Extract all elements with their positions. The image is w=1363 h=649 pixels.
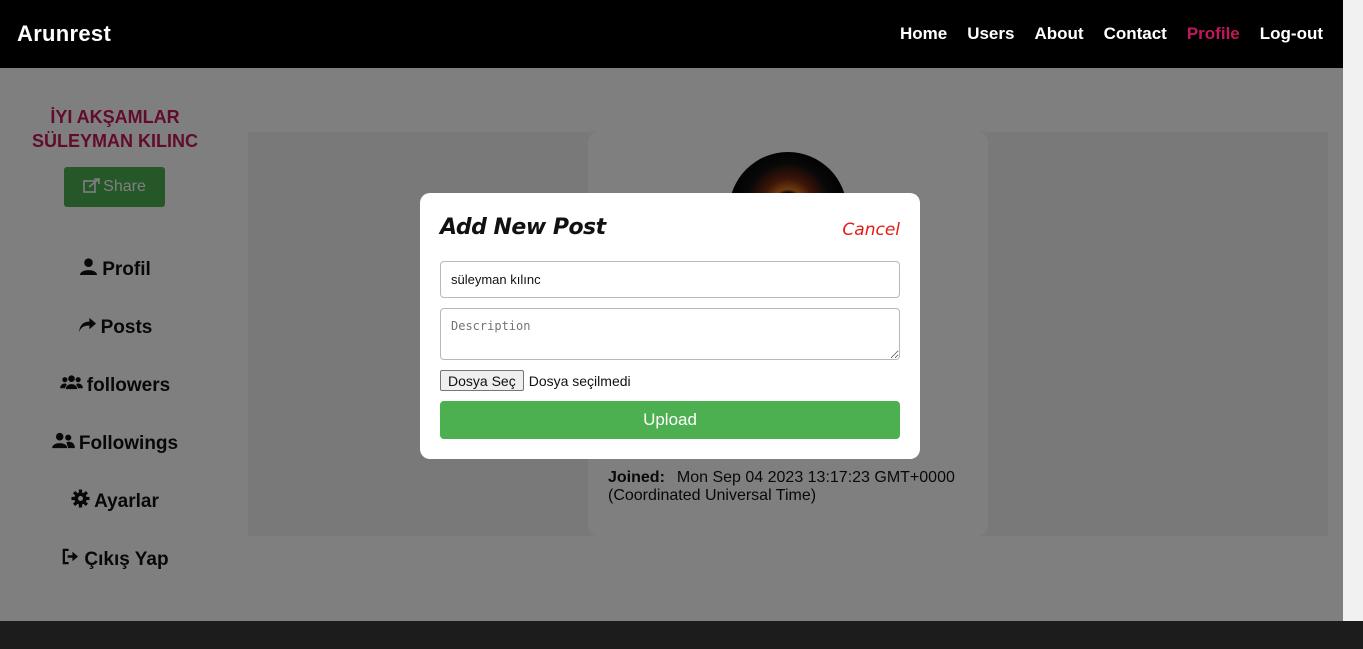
nav-link-logout[interactable]: Log-out [1260, 24, 1323, 44]
nav-link-about[interactable]: About [1034, 24, 1083, 44]
bottom-strip [0, 621, 1363, 649]
top-navbar: Arunrest Home Users About Contact Profil… [0, 0, 1343, 68]
choose-file-button[interactable]: Dosya Seç [440, 370, 524, 391]
brand-logo[interactable]: Arunrest [17, 21, 111, 47]
description-input[interactable] [440, 308, 900, 360]
cancel-button[interactable]: Cancel [842, 220, 900, 240]
nav-link-contact[interactable]: Contact [1104, 24, 1167, 44]
file-picker: Dosya Seç Dosya seçilmedi [440, 370, 631, 391]
post-title-input[interactable] [440, 261, 900, 298]
add-post-modal: Add New Post Cancel Dosya Seç Dosya seçi… [420, 193, 920, 459]
nav-links: Home Users About Contact Profile Log-out [880, 24, 1323, 44]
page-scrollbar[interactable] [1343, 0, 1363, 621]
nav-link-users[interactable]: Users [967, 24, 1014, 44]
modal-title: Add New Post [440, 215, 606, 240]
upload-button[interactable]: Upload [440, 401, 900, 439]
nav-link-profile[interactable]: Profile [1187, 24, 1240, 44]
nav-link-home[interactable]: Home [900, 24, 947, 44]
file-status-text: Dosya seçilmedi [528, 372, 631, 389]
